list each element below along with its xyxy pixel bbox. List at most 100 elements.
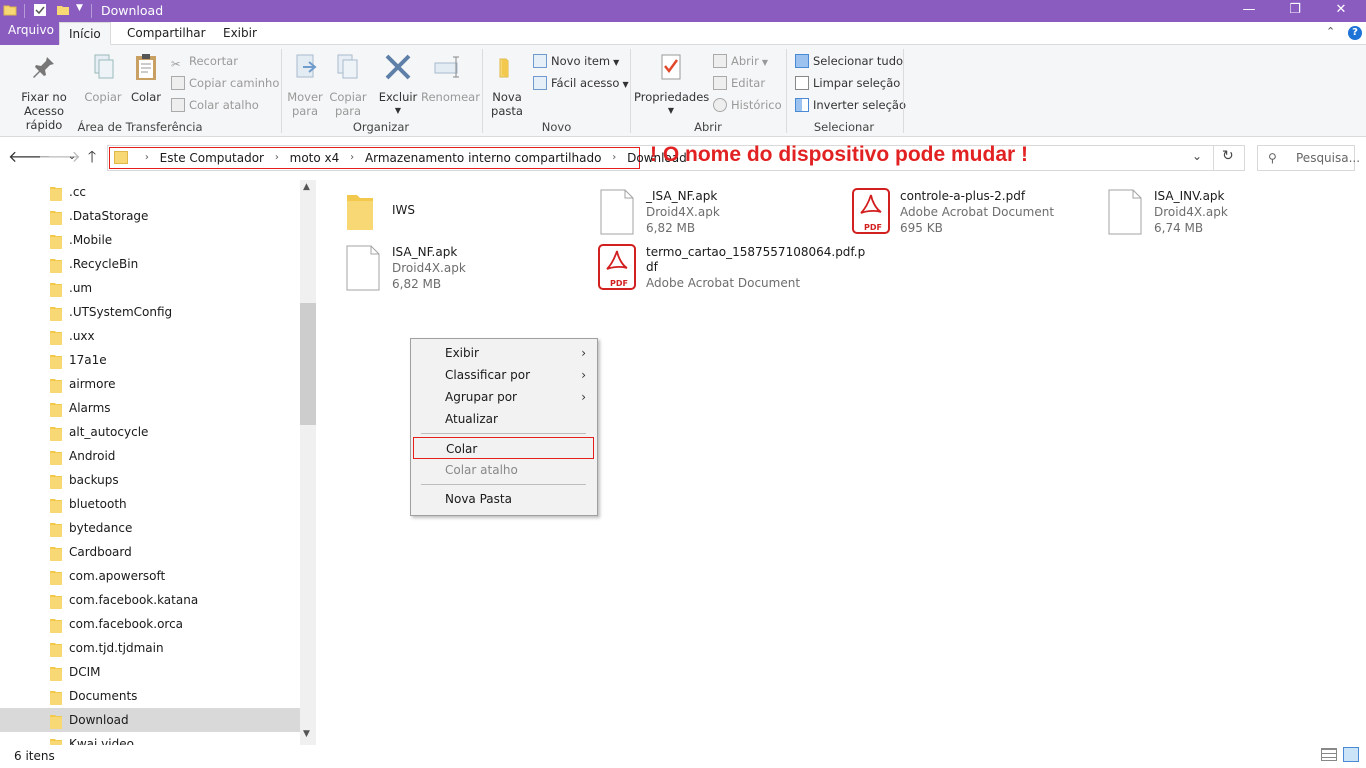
new-folder-icon[interactable]: [56, 3, 70, 17]
nav-item[interactable]: com.facebook.katana: [0, 588, 300, 612]
properties-check-icon[interactable]: [33, 3, 47, 17]
history-button[interactable]: Histórico: [713, 96, 782, 114]
scroll-down-icon[interactable]: ▼: [303, 729, 310, 739]
nav-item[interactable]: .DataStorage: [0, 204, 300, 228]
menu-item-label: Colar atalho: [445, 463, 518, 477]
rename-button[interactable]: Renomear: [421, 51, 480, 104]
tab-share[interactable]: Compartilhar: [118, 22, 215, 45]
address-dropdown-icon[interactable]: ⌄: [1192, 149, 1202, 163]
file-item[interactable]: PDF controle-a-plus-2.pdf Adobe Acrobat …: [850, 188, 1090, 240]
nav-item-label: .Mobile: [69, 233, 113, 247]
menu-item-sort-by[interactable]: Classificar por ›: [412, 364, 596, 386]
minimize-button[interactable]: —: [1226, 0, 1272, 22]
file-item[interactable]: ISA_NF.apk Droid4X.apk 6,82 MB: [342, 244, 582, 296]
crumb-storage[interactable]: Armazenamento interno compartilhado: [365, 148, 602, 168]
menu-item-paste[interactable]: Colar: [413, 437, 594, 459]
copy-to-button[interactable]: Copiar para: [327, 51, 369, 118]
select-all-button[interactable]: Selecionar tudo: [795, 52, 903, 70]
recent-locations-button[interactable]: ⌄: [62, 146, 82, 168]
up-button[interactable]: 🡑: [82, 146, 102, 168]
menu-item-refresh[interactable]: Atualizar: [412, 408, 596, 430]
restore-button[interactable]: ❐: [1272, 0, 1318, 22]
new-item-button[interactable]: Novo item ▼: [533, 52, 619, 70]
collapse-ribbon-icon[interactable]: ⌃: [1326, 25, 1335, 38]
nav-item[interactable]: .cc: [0, 180, 300, 204]
nav-item[interactable]: Android: [0, 444, 300, 468]
refresh-icon[interactable]: ↻: [1222, 148, 1234, 164]
nav-item[interactable]: bluetooth: [0, 492, 300, 516]
nav-item[interactable]: DCIM: [0, 660, 300, 684]
scroll-up-icon[interactable]: ▲: [303, 182, 310, 192]
copy-button[interactable]: Copiar: [84, 51, 122, 104]
nav-item-label: .cc: [69, 185, 87, 199]
pin-icon: [33, 57, 54, 78]
nav-item[interactable]: Cardboard: [0, 540, 300, 564]
tab-home[interactable]: Início: [59, 22, 111, 45]
breadcrumb[interactable]: › Este Computador › moto x4 › Armazename…: [109, 147, 702, 169]
properties-button[interactable]: Propriedades ▼: [634, 51, 709, 118]
new-folder-button[interactable]: Nova pasta: [487, 51, 527, 118]
nav-item[interactable]: Alarms: [0, 396, 300, 420]
details-view-icon[interactable]: [1321, 748, 1337, 761]
menu-item-new-folder[interactable]: Nova Pasta: [412, 488, 596, 510]
nav-item[interactable]: .um: [0, 276, 300, 300]
nav-item-label: Alarms: [69, 401, 111, 415]
nav-item[interactable]: com.apowersoft: [0, 564, 300, 588]
nav-item[interactable]: airmore: [0, 372, 300, 396]
open-button[interactable]: Abrir ▼: [713, 52, 768, 70]
quick-access-dropdown-icon[interactable]: ▼: [76, 3, 83, 13]
nav-item-label: .uxx: [69, 329, 95, 343]
nav-item[interactable]: .RecycleBin: [0, 252, 300, 276]
select-none-icon: [795, 76, 809, 90]
nav-item[interactable]: 17a1e: [0, 348, 300, 372]
menu-item-group-by[interactable]: Agrupar por ›: [412, 386, 596, 408]
nav-item[interactable]: Documents: [0, 684, 300, 708]
forward-button[interactable]: 🡒: [38, 146, 81, 168]
nav-item[interactable]: .Mobile: [0, 228, 300, 252]
delete-button[interactable]: Excluir ▼: [377, 51, 419, 118]
nav-item[interactable]: Download: [0, 708, 300, 732]
nav-item[interactable]: backups: [0, 468, 300, 492]
search-icon: ⚲: [1268, 151, 1277, 165]
nav-item[interactable]: alt_autocycle: [0, 420, 300, 444]
edit-button[interactable]: Editar: [713, 74, 765, 92]
back-button[interactable]: 🡐: [8, 146, 51, 168]
help-icon[interactable]: ?: [1348, 26, 1362, 40]
paste-shortcut-label: Colar atalho: [189, 98, 259, 112]
nav-item[interactable]: com.facebook.orca: [0, 612, 300, 636]
paste-shortcut-button[interactable]: Colar atalho: [171, 96, 259, 114]
file-item[interactable]: ISA_INV.apk Droid4X.apk 6,74 MB: [1104, 188, 1344, 240]
paste-button[interactable]: Colar: [127, 51, 165, 104]
nav-scrollbar[interactable]: ▲ ▼: [300, 180, 316, 745]
invert-selection-button[interactable]: Inverter seleção: [795, 96, 906, 114]
scrollbar-thumb[interactable]: [300, 303, 316, 425]
large-icons-view-icon[interactable]: [1343, 747, 1359, 762]
nav-item[interactable]: bytedance: [0, 516, 300, 540]
crumb-computer[interactable]: Este Computador: [160, 148, 264, 168]
nav-item[interactable]: .UTSystemConfig: [0, 300, 300, 324]
select-none-button[interactable]: Limpar seleção: [795, 74, 900, 92]
menu-item-paste-shortcut[interactable]: Colar atalho: [412, 459, 596, 481]
copy-path-button[interactable]: Copiar caminho: [171, 74, 279, 92]
menu-item-view[interactable]: Exibir ›: [412, 342, 596, 364]
close-button[interactable]: ✕: [1318, 0, 1364, 22]
crumb-device[interactable]: moto x4: [290, 148, 340, 168]
easy-access-button[interactable]: Fácil acesso ▼: [533, 74, 629, 92]
search-input[interactable]: ⚲ Pesquisa...: [1257, 145, 1360, 171]
nav-item[interactable]: Kwai video: [0, 732, 300, 745]
address-row: 🡐 🡒 ⌄ 🡑 › Este Computador › moto x4 › Ar…: [0, 138, 1366, 178]
nav-item-label: .UTSystemConfig: [69, 305, 173, 319]
folder-icon: [50, 473, 62, 489]
copy-to-label-line2: para: [334, 104, 362, 118]
window-title: Download: [101, 3, 164, 18]
move-to-button[interactable]: Mover para: [285, 51, 325, 118]
nav-item[interactable]: com.tjd.tjdmain: [0, 636, 300, 660]
nav-item[interactable]: .uxx: [0, 324, 300, 348]
file-item[interactable]: IWS: [342, 188, 582, 240]
file-item[interactable]: PDF termo_cartao_1587557108064.pdf.p df …: [596, 244, 865, 296]
tab-view[interactable]: Exibir: [214, 22, 266, 45]
file-item[interactable]: _ISA_NF.apk Droid4X.apk 6,82 MB: [596, 188, 836, 240]
cut-button[interactable]: ✂ Recortar: [171, 52, 238, 71]
nav-item-label: DCIM: [69, 665, 101, 679]
nav-item-label: com.apowersoft: [69, 569, 166, 583]
